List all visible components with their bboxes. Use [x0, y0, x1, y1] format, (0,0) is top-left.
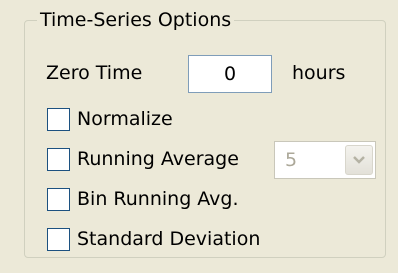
bin-running-avg-checkbox[interactable] [47, 188, 70, 211]
normalize-checkbox[interactable] [47, 108, 70, 131]
standard-deviation-label[interactable]: Standard Deviation [77, 227, 260, 251]
standard-deviation-checkbox[interactable] [47, 228, 70, 251]
zero-time-input[interactable] [188, 55, 272, 93]
chevron-down-icon [353, 156, 365, 164]
running-average-checkbox[interactable] [47, 148, 70, 171]
zero-time-unit-label: hours [292, 62, 346, 84]
group-title: Time-Series Options [37, 7, 235, 33]
bin-running-avg-label[interactable]: Bin Running Avg. [77, 187, 239, 211]
normalize-label[interactable]: Normalize [77, 107, 173, 131]
running-average-select-value: 5 [285, 149, 298, 171]
zero-time-label: Zero Time [46, 62, 143, 84]
select-dropdown-button [345, 145, 373, 175]
running-average-label[interactable]: Running Average [77, 147, 239, 171]
running-average-select: 5 [274, 141, 376, 179]
